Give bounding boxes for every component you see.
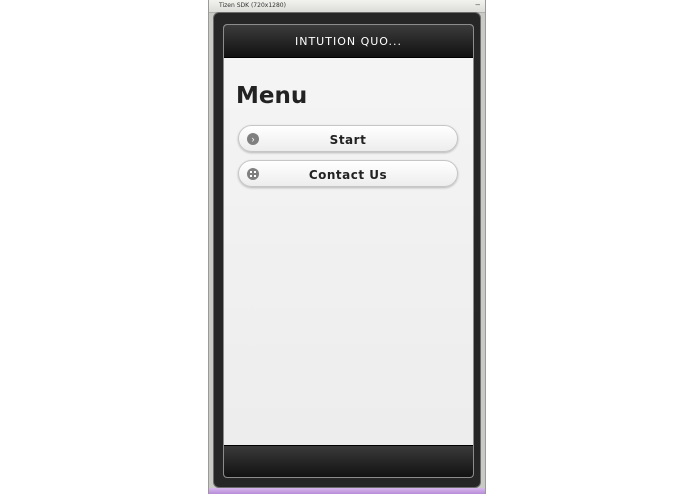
app-footer	[224, 445, 473, 477]
contact-us-button-label: Contact Us	[308, 168, 388, 182]
minimize-icon[interactable]: –	[476, 0, 480, 10]
menu-heading: Menu	[236, 83, 308, 109]
contact-us-button[interactable]: Contact Us	[238, 160, 458, 187]
app-screen: INTUTION QUO... Menu › Start Contact Us	[223, 24, 474, 478]
window-title: Tizen SDK (720x1280)	[219, 2, 286, 9]
taskbar-strip	[209, 488, 485, 494]
start-button-label: Start	[329, 133, 367, 147]
page-title: INTUTION QUO...	[294, 35, 402, 48]
app-header: INTUTION QUO...	[224, 25, 473, 58]
start-button[interactable]: › Start	[238, 125, 458, 152]
